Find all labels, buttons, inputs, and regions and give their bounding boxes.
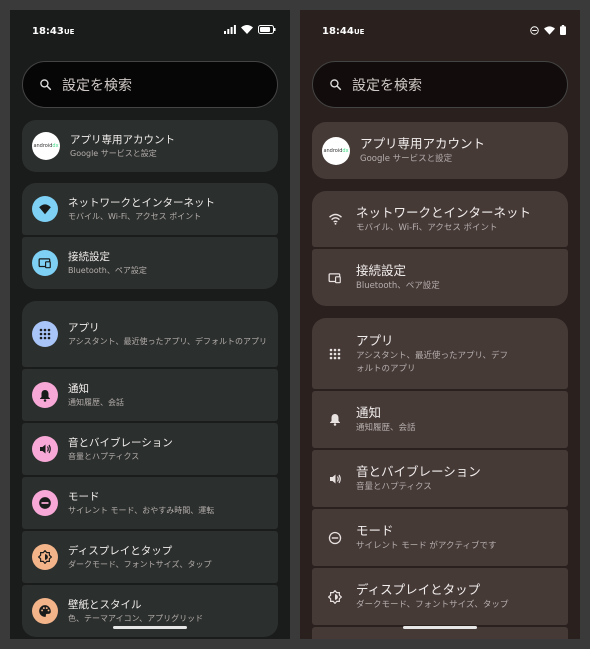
settings-item-display[interactable]: ディスプレイとタップダークモード、フォントサイズ、タップ — [312, 568, 568, 625]
palette-icon — [32, 598, 58, 624]
apps-icon — [32, 321, 58, 347]
item-title: 音とバイブレーション — [68, 436, 173, 449]
item-subtitle: アシスタント、最近使ったアプリ、デフォルトのアプリ — [356, 350, 508, 374]
item-subtitle: Google サービスと設定 — [70, 148, 157, 158]
bell-icon — [32, 382, 58, 408]
item-subtitle: Bluetooth、ペア設定 — [68, 265, 147, 275]
item-title: 通知 — [68, 382, 89, 395]
do-not-disturb-icon — [326, 529, 344, 547]
account-item[interactable]: androiddx アプリ専用アカウント Google サービスと設定 — [22, 120, 278, 172]
item-title: モード — [356, 523, 394, 538]
settings-item-modes[interactable]: モードサイレント モード がアクティブです — [312, 509, 568, 566]
item-title: 接続設定 — [68, 250, 110, 263]
settings-item-notifications[interactable]: 通知 通知履歴、会話 — [22, 369, 278, 421]
status-bar: 18:44 UE — [300, 10, 580, 52]
item-title: 音とバイブレーション — [356, 464, 481, 479]
gesture-bar[interactable] — [113, 626, 187, 629]
android-dx-logo: androiddx — [32, 132, 60, 160]
settings-item-apps[interactable]: アプリアシスタント、最近使ったアプリ、デフォルトのアプリ — [312, 318, 568, 389]
settings-item-notifications[interactable]: 通知 通知履歴、会話 — [312, 391, 568, 448]
item-subtitle: モバイル、Wi-Fi、アクセス ポイント — [356, 222, 498, 233]
item-subtitle: 通知履歴、会話 — [68, 397, 124, 407]
settings-item-apps[interactable]: アプリアシスタント、最近使ったアプリ、デフォルトのアプリ — [22, 301, 278, 367]
wifi-status-icon — [241, 25, 253, 34]
item-subtitle: 色、テーマアイコン、アプリグリッド — [68, 613, 204, 623]
item-title: 壁紙とスタイル — [68, 598, 142, 611]
settings-item-sound[interactable]: 音とバイブレーション 音量とハプティクス — [22, 423, 278, 475]
item-subtitle: ダークモード、フォントサイズ、タップ — [356, 600, 509, 610]
item-subtitle: 通知履歴、会話 — [356, 423, 416, 433]
item-subtitle: サイレント モード、おやすみ時間、運転 — [68, 505, 215, 515]
status-carrier: UE — [64, 28, 75, 36]
left-phone-screen: 18:43 UE 設定を検索 androiddx アプリ専用アカウント Googl… — [10, 10, 290, 639]
brightness-icon — [32, 544, 58, 570]
wifi-status-icon — [544, 25, 555, 35]
brightness-icon — [326, 588, 344, 606]
search-icon — [40, 79, 52, 91]
status-bar: 18:43 UE — [10, 10, 290, 52]
item-title: アプリ専用アカウント — [360, 136, 486, 151]
settings-item-network[interactable]: ネットワークとインターネット モバイル、Wi-Fi、アクセス ポイント — [22, 183, 278, 235]
item-subtitle: Google サービスと設定 — [360, 154, 453, 164]
speaker-icon — [32, 436, 58, 462]
status-carrier: UE — [354, 28, 365, 36]
account-item[interactable]: androiddx アプリ専用アカウント Google サービスと設定 — [312, 122, 568, 179]
speaker-icon — [326, 470, 344, 488]
item-title: モード — [68, 490, 100, 503]
settings-item-connection[interactable]: 接続設定 Bluetooth、ペア設定 — [312, 249, 568, 306]
battery-icon — [560, 25, 566, 35]
do-not-disturb-icon — [32, 490, 58, 516]
search-bar[interactable]: 設定を検索 — [22, 61, 278, 108]
item-subtitle: モバイル、Wi-Fi、アクセス ポイント — [68, 211, 202, 221]
item-subtitle: アシスタント、最近使ったアプリ、デフォルトのアプリ — [68, 336, 268, 346]
search-bar[interactable]: 設定を検索 — [312, 61, 568, 108]
settings-item-modes[interactable]: モードサイレント モード、おやすみ時間、運転 — [22, 477, 278, 529]
settings-item-connection[interactable]: 接続設定 Bluetooth、ペア設定 — [22, 237, 278, 289]
item-title: 通知 — [356, 405, 382, 420]
settings-item-sound[interactable]: 音とバイブレーション音量とハプティクス — [312, 450, 568, 507]
gesture-bar[interactable] — [403, 626, 477, 629]
settings-item-display[interactable]: ディスプレイとタップダークモード、フォントサイズ、タップ — [22, 531, 278, 583]
item-subtitle: Bluetooth、ペア設定 — [356, 281, 440, 291]
bell-icon — [326, 411, 344, 429]
item-subtitle: 音量とハプティクス — [68, 451, 140, 461]
wifi-icon — [32, 196, 58, 222]
do-not-disturb-status-icon — [530, 25, 539, 35]
settings-item-network[interactable]: ネットワークとインターネットモバイル、Wi-Fi、アクセス ポイント — [312, 191, 568, 247]
item-title: ディスプレイとタップ — [68, 544, 173, 557]
item-title: 接続設定 — [356, 263, 407, 278]
settings-item-wallpaper[interactable]: 壁紙とスタイル色、テーマアイコン、アプリグリッド — [22, 585, 278, 637]
item-title: ディスプレイとタップ — [356, 582, 481, 597]
status-time: 18:44 — [322, 26, 354, 37]
item-subtitle: 音量とハプティクス — [356, 482, 432, 492]
battery-icon — [258, 25, 276, 34]
item-title: アプリ — [68, 321, 100, 334]
status-time: 18:43 — [32, 26, 64, 37]
android-dx-logo: androiddx — [322, 136, 350, 165]
search-placeholder: 設定を検索 — [352, 77, 422, 94]
search-placeholder: 設定を検索 — [62, 77, 132, 94]
item-subtitle: サイレント モード がアクティブです — [356, 541, 497, 551]
item-title: ネットワークとインターネット — [356, 204, 532, 220]
devices-icon — [326, 269, 344, 287]
wifi-icon — [326, 210, 344, 228]
signal-icon — [224, 25, 236, 34]
right-phone-screen: 18:44 UE 設定を検索 androiddx アプリ専用アカウント Googl… — [300, 10, 580, 639]
search-icon — [330, 79, 342, 91]
item-subtitle: ダークモード、フォントサイズ、タップ — [68, 559, 212, 569]
apps-icon — [326, 345, 344, 363]
item-title: アプリ — [356, 332, 394, 348]
item-title: アプリ専用アカウント — [70, 133, 175, 146]
devices-icon — [32, 250, 58, 276]
item-title: ネットワークとインターネット — [68, 196, 215, 209]
